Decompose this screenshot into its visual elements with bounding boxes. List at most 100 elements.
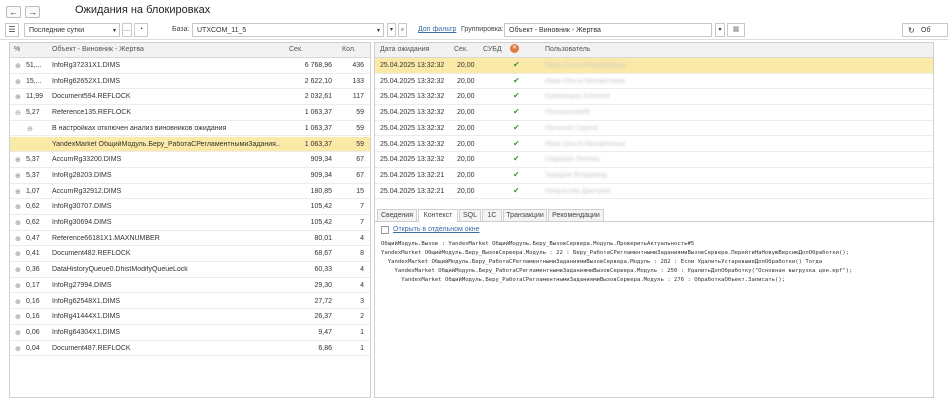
expand-icon[interactable]: ⊖ xyxy=(27,125,33,133)
tab-info[interactable]: Сведения xyxy=(377,209,417,221)
table-row[interactable]: ⊕ 0,41 Document482.REFLOCK 68,67 8 xyxy=(10,246,370,263)
column-header-count[interactable]: Кол. xyxy=(342,46,356,53)
row-user: Наталий Сергей xyxy=(545,124,598,132)
chevron-down-icon: ▾ xyxy=(376,28,380,34)
table-row[interactable]: 25.04.2025 13:32:32 20,00 ✔ Иван Ольга Миха… xyxy=(375,137,933,153)
column-header-percent[interactable]: % xyxy=(14,46,20,53)
row-percent: 0,36 xyxy=(26,266,40,274)
row-seconds: 27,72 xyxy=(314,297,332,305)
expand-icon[interactable]: ⊕ xyxy=(15,172,21,180)
check-icon: ✔ xyxy=(513,185,520,195)
table-row[interactable]: ⊕ 0,04 Document487.REFLOCK 6,86 1 xyxy=(10,341,370,357)
table-row[interactable]: ⊖ В настройках отключен анализ виновников… xyxy=(10,121,370,137)
expand-icon[interactable]: ⊕ xyxy=(15,282,21,290)
row-user: Иван Ольга Михайловна xyxy=(545,62,626,69)
group-select[interactable]: Объект - Виновник - Жертва xyxy=(504,23,712,37)
column-header-dbms[interactable]: СУБД xyxy=(483,46,502,53)
tab-context[interactable]: Контекст xyxy=(418,209,458,222)
expand-icon[interactable]: ⊕ xyxy=(15,235,21,243)
search-icon[interactable]: ⌕ xyxy=(398,23,407,37)
row-object: DataHistoryQueue0.DhistModifyQueueLock xyxy=(52,266,188,274)
row-count: 59 xyxy=(356,124,364,132)
expand-icon[interactable]: ⊖ xyxy=(15,109,21,117)
table-row[interactable]: 25.04.2025 13:32:32 20,00 ✔ Иван Ольга Миха… xyxy=(375,74,933,90)
table-row[interactable]: 25.04.2025 13:32:32 20,00 ✔ Иван Ольга Миха… xyxy=(375,58,933,74)
row-object: InfoRg28203.DIMS xyxy=(52,171,112,179)
table-row[interactable]: ⊕ 0,17 InfoRg27994.DIMS 29,30 4 xyxy=(10,278,370,294)
row-count: 59 xyxy=(356,140,364,148)
expand-icon[interactable]: ⊕ xyxy=(15,266,21,274)
expand-icon[interactable]: ⊕ xyxy=(15,188,21,196)
row-percent: 1,07 xyxy=(26,187,40,195)
table-row[interactable]: ⊕ 15,... InfoRg62652X1.DIMS 2 622,10 133 xyxy=(10,74,370,90)
row-object: InfoRg62652X1.DIMS xyxy=(52,77,121,85)
menu-icon[interactable]: ☰ xyxy=(5,23,19,37)
refresh-button[interactable]: ↻ Об xyxy=(902,23,948,37)
period-value: Последние сутки xyxy=(29,27,85,34)
tab-recommendations[interactable]: Рекомендации xyxy=(548,209,604,221)
base-select[interactable]: UTXCOM_11_5 ▾ xyxy=(192,23,384,37)
period-select[interactable]: Последние сутки ▾ xyxy=(24,23,120,37)
row-percent: 0,47 xyxy=(26,234,40,242)
forward-button[interactable]: → xyxy=(25,6,40,18)
expand-icon[interactable]: ⊕ xyxy=(15,329,21,337)
table-row[interactable]: 25.04.2025 13:32:21 20,00 ✔ Некрасова Дмитр… xyxy=(375,184,933,200)
expand-icon[interactable]: ⊕ xyxy=(15,313,21,321)
table-row[interactable]: ⊕ 0,06 InfoRg64304X1.DIMS 9,47 1 xyxy=(10,325,370,341)
table-row[interactable]: ⊕ 0,47 Reference66181X1.MAXNUMBER 80,01 4 xyxy=(10,231,370,247)
expand-icon[interactable]: ⊕ xyxy=(15,62,21,70)
row-percent: 15,... xyxy=(26,77,42,85)
back-button[interactable]: ← xyxy=(6,6,21,18)
column-header-date[interactable]: Дата ожидания xyxy=(380,46,429,53)
row-seconds: 80,01 xyxy=(314,234,332,242)
refresh-icon: ↻ xyxy=(908,26,915,35)
table-row[interactable]: YandexMarket ОбщийМодуль.Беру_РаботаСРег… xyxy=(10,136,370,153)
table-row[interactable]: 25.04.2025 13:32:32 20,00 ✔ Компанцев Алекс… xyxy=(375,89,933,106)
refresh-period-icon[interactable]: ◔ xyxy=(134,23,148,37)
period-options-button[interactable]: … xyxy=(122,23,132,37)
tab-sql[interactable]: SQL xyxy=(459,209,481,221)
table-row[interactable]: ⊕ 0,16 InfoRg62548X1.DIMS 27,72 3 xyxy=(10,294,370,310)
row-date: 25.04.2025 13:32:32 xyxy=(380,124,445,132)
table-row[interactable]: ⊕ 11,99 Document594.REFLOCK 2 032,61 117 xyxy=(10,89,370,106)
tab-1c[interactable]: 1С xyxy=(482,209,502,221)
grid-icon[interactable]: ▦ xyxy=(727,23,745,37)
expand-icon[interactable]: ⊕ xyxy=(15,250,21,258)
table-row[interactable]: ⊕ 0,62 InfoRg30694.DIMS 105,42 7 xyxy=(10,215,370,231)
row-date: 25.04.2025 13:32:32 xyxy=(380,77,445,85)
column-header-object[interactable]: Объект - Виновник - Жертва xyxy=(52,46,144,53)
table-row[interactable]: ⊕ 0,62 InfoRg30707.DIMS 105,42 7 xyxy=(10,199,370,215)
row-object: AccumRg33200.DIMS xyxy=(52,156,122,164)
column-header-user[interactable]: Пользователь xyxy=(545,46,590,53)
objects-table: % Объект - Виновник - Жертва Сек. Кол. ⊕… xyxy=(9,42,371,398)
table-row[interactable]: ⊕ 0,16 InfoRg41444X1.DIMS 26,37 2 xyxy=(10,309,370,325)
expand-icon[interactable]: ⊕ xyxy=(15,93,21,101)
table-row[interactable]: 25.04.2025 13:32:32 20,00 ✔ Сидоров Любовь xyxy=(375,152,933,168)
column-header-seconds[interactable]: Сек. xyxy=(289,46,303,53)
expand-icon[interactable]: ⊕ xyxy=(15,203,21,211)
expand-icon[interactable]: ⊕ xyxy=(15,219,21,227)
row-percent: 0,06 xyxy=(26,328,40,336)
table-row[interactable]: ⊖ 5,27 Reference135.REFLOCK 1 063,37 59 xyxy=(10,105,370,121)
table-row[interactable]: ⊕ 5,37 InfoRg28203.DIMS 909,34 67 xyxy=(10,168,370,184)
row-count: 2 xyxy=(360,313,364,321)
table-row[interactable]: 25.04.2025 13:32:32 20,00 ✔ Наталий Сергей xyxy=(375,121,933,137)
group-dropdown-button[interactable]: ▾ xyxy=(715,23,725,37)
expand-icon[interactable]: ⊕ xyxy=(15,298,21,306)
table-row[interactable]: ⊕ 1,07 AccumRg32912.DIMS 180,85 15 xyxy=(10,184,370,200)
expand-icon[interactable]: ⊕ xyxy=(15,345,21,353)
column-header-seconds[interactable]: Сек. xyxy=(454,46,468,53)
open-separate-link[interactable]: Открыть в отдельном окне xyxy=(393,226,480,233)
base-dropdown-button[interactable]: ▾ xyxy=(387,23,396,37)
table-row[interactable]: ⊕ 0,36 DataHistoryQueue0.DhistModifyQueueL… xyxy=(10,262,370,278)
extra-filter-link[interactable]: Доп фильтр xyxy=(418,26,456,33)
expand-icon[interactable]: ⊕ xyxy=(15,156,21,164)
table-row[interactable]: ⊕ 51,... InfoRg37231X1.DIMS 6 768,96 436 xyxy=(10,58,370,74)
check-icon: ✔ xyxy=(513,75,520,85)
table-row[interactable]: ⊕ 5,37 AccumRg33200.DIMS 909,34 67 xyxy=(10,152,370,168)
table-row[interactable]: 25.04.2025 13:32:21 20,00 ✔ Захаров Владими… xyxy=(375,168,933,184)
table-row[interactable]: 25.04.2025 13:32:32 20,00 ✔ Полыхалов88 xyxy=(375,105,933,121)
expand-icon[interactable]: ⊕ xyxy=(15,78,21,86)
open-separate-checkbox[interactable] xyxy=(381,226,389,234)
tab-transactions[interactable]: Транзакции xyxy=(503,209,547,221)
